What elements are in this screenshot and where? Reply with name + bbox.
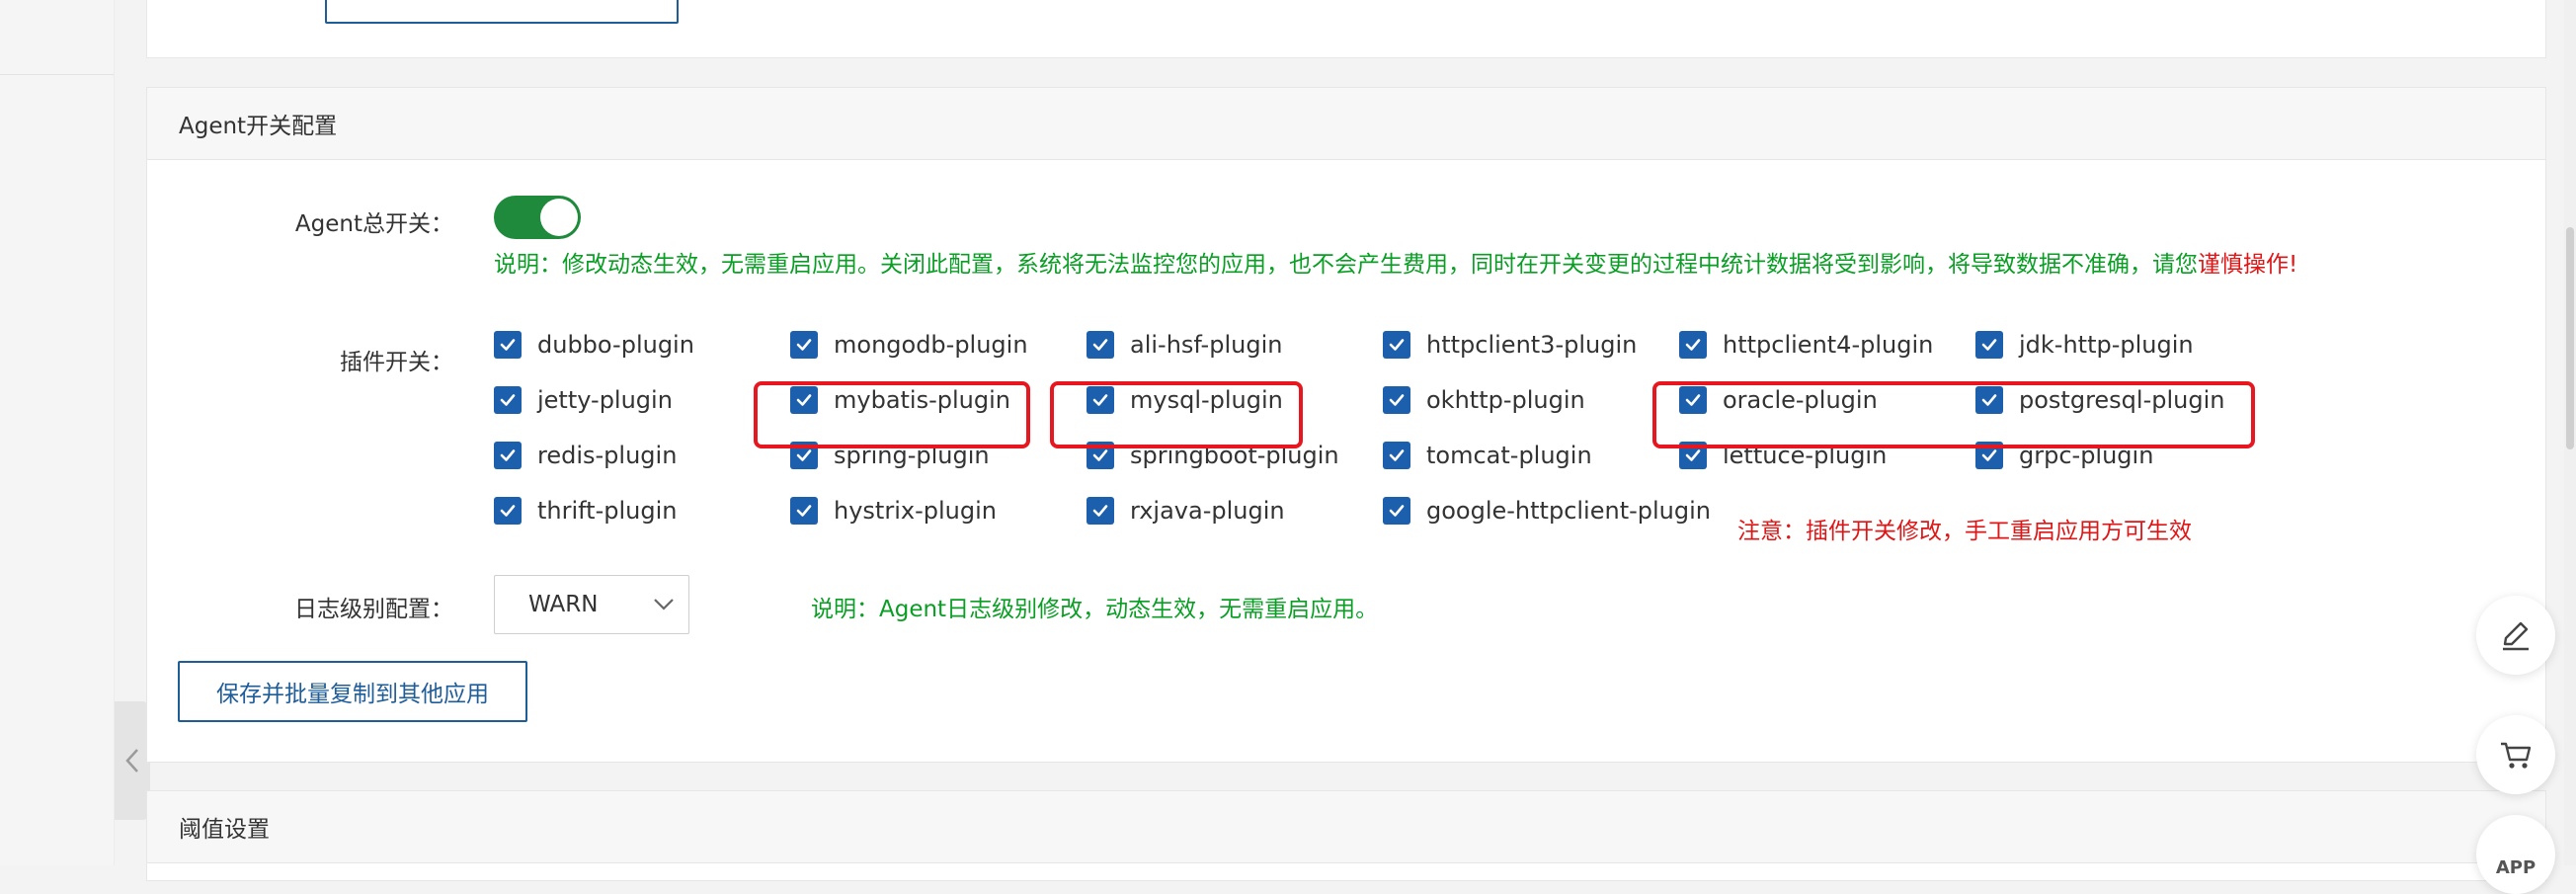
plugin-checkbox-dubbo-plugin[interactable]: dubbo-plugin: [494, 329, 694, 361]
check-icon: [1389, 505, 1405, 517]
check-icon: [500, 505, 516, 517]
sidebar-divider: [0, 74, 114, 75]
checkbox[interactable]: [790, 331, 818, 359]
plugin-checkbox-redis-plugin[interactable]: redis-plugin: [494, 440, 677, 471]
checkbox[interactable]: [1679, 331, 1707, 359]
check-icon: [1685, 339, 1701, 351]
check-icon: [1389, 394, 1405, 406]
cart-icon: [2501, 742, 2532, 769]
checkbox[interactable]: [1975, 331, 2003, 359]
floating-app-button[interactable]: APP: [2476, 815, 2555, 894]
plugin-checkbox-jdk-http-plugin[interactable]: jdk-http-plugin: [1975, 329, 2194, 361]
checkbox[interactable]: [1383, 386, 1410, 414]
checkbox[interactable]: [1087, 497, 1114, 525]
floating-cart-button[interactable]: [2476, 715, 2555, 794]
plugin-checkbox-hystrix-plugin[interactable]: hystrix-plugin: [790, 495, 997, 527]
chevron-left-icon: [125, 749, 138, 772]
plugin-checkbox-thrift-plugin[interactable]: thrift-plugin: [494, 495, 677, 527]
plugin-restart-note: 注意：插件开关修改，手工重启应用方可生效: [1737, 519, 2192, 544]
check-icon: [1092, 449, 1108, 461]
plugin-label: thrift-plugin: [537, 497, 678, 525]
scrollbar-thumb[interactable]: [2566, 227, 2574, 449]
plugin-checkbox-mongodb-plugin[interactable]: mongodb-plugin: [790, 329, 1028, 361]
checkbox[interactable]: [1383, 331, 1410, 359]
plugins-label: 插件开关：: [340, 350, 453, 375]
plugin-checkbox-google-httpclient-plugin[interactable]: google-httpclient-plugin: [1383, 495, 1711, 527]
agent-switch-label: Agent总开关：: [294, 211, 453, 237]
checkbox[interactable]: [1383, 442, 1410, 469]
agent-master-toggle[interactable]: [494, 196, 581, 239]
toggle-knob: [540, 199, 578, 236]
checkbox[interactable]: [494, 497, 522, 525]
plugin-checkbox-jetty-plugin[interactable]: jetty-plugin: [494, 384, 673, 416]
highlight-box-mybatis: [754, 381, 1030, 448]
plugin-checkbox-ali-hsf-plugin[interactable]: ali-hsf-plugin: [1087, 329, 1282, 361]
floating-edit-button[interactable]: [2476, 596, 2555, 675]
check-icon: [1981, 449, 1997, 461]
edit-icon: [2503, 621, 2529, 651]
log-level-select[interactable]: WARN: [494, 575, 689, 634]
plugin-label: httpclient4-plugin: [1723, 331, 1934, 359]
agent-switch-warning: 谨慎操作!: [2198, 252, 2298, 278]
check-icon: [796, 505, 812, 517]
highlight-box-mysql: [1050, 381, 1303, 448]
check-icon: [500, 449, 516, 461]
save-and-copy-button[interactable]: 保存并批量复制到其他应用: [178, 661, 527, 722]
log-level-description: 说明：Agent日志级别修改，动态生效，无需重启应用。: [811, 597, 1379, 622]
plugin-checkbox-httpclient4-plugin[interactable]: httpclient4-plugin: [1679, 329, 1933, 361]
checkbox[interactable]: [790, 497, 818, 525]
log-level-label: 日志级别配置：: [294, 597, 453, 622]
app-label: APP: [2495, 856, 2536, 878]
checkbox[interactable]: [494, 386, 522, 414]
previous-section-button[interactable]: [325, 0, 679, 24]
log-level-value: WARN: [528, 592, 599, 617]
checkbox[interactable]: [1383, 497, 1410, 525]
previous-section-card: [146, 0, 2546, 58]
threshold-section-title: 阈值设置: [147, 791, 2545, 863]
checkbox[interactable]: [494, 331, 522, 359]
checkbox[interactable]: [1087, 331, 1114, 359]
plugin-checkbox-rxjava-plugin[interactable]: rxjava-plugin: [1087, 495, 1285, 527]
plugin-checkbox-httpclient3-plugin[interactable]: httpclient3-plugin: [1383, 329, 1637, 361]
highlight-box-oracle-postgresql: [1652, 381, 2255, 448]
check-icon: [1981, 339, 1997, 351]
section-title: Agent开关配置: [147, 88, 2545, 160]
plugin-label: hystrix-plugin: [834, 497, 997, 525]
left-sidebar: [0, 0, 115, 865]
plugin-label: redis-plugin: [537, 442, 678, 469]
check-icon: [1685, 449, 1701, 461]
plugin-checkbox-tomcat-plugin[interactable]: tomcat-plugin: [1383, 440, 1592, 471]
plugin-label: rxjava-plugin: [1130, 497, 1285, 525]
sidebar-collapse-toggle[interactable]: [115, 701, 150, 820]
agent-switch-description: 说明：修改动态生效，无需重启应用。关闭此配置，系统将无法监控您的应用，也不会产生…: [494, 252, 2298, 278]
check-icon: [1389, 339, 1405, 351]
plugin-label: jetty-plugin: [537, 386, 673, 414]
plugin-label: dubbo-plugin: [537, 331, 694, 359]
check-icon: [1092, 505, 1108, 517]
agent-switch-section: Agent开关配置 Agent总开关： 说明：修改动态生效，无需重启应用。关闭此…: [146, 87, 2546, 763]
plugin-label: ali-hsf-plugin: [1130, 331, 1283, 359]
plugin-checkbox-okhttp-plugin[interactable]: okhttp-plugin: [1383, 384, 1585, 416]
check-icon: [1092, 339, 1108, 351]
check-icon: [500, 394, 516, 406]
threshold-section: 阈值设置: [146, 790, 2546, 881]
check-icon: [500, 339, 516, 351]
plugin-label: tomcat-plugin: [1426, 442, 1592, 469]
plugin-label: google-httpclient-plugin: [1426, 497, 1711, 525]
plugin-label: jdk-http-plugin: [2019, 331, 2194, 359]
check-icon: [796, 339, 812, 351]
check-icon: [796, 449, 812, 461]
checkbox[interactable]: [494, 442, 522, 469]
plugin-label: mongodb-plugin: [834, 331, 1028, 359]
check-icon: [1389, 449, 1405, 461]
chevron-down-icon: [654, 599, 674, 610]
plugin-label: httpclient3-plugin: [1426, 331, 1638, 359]
plugin-label: okhttp-plugin: [1426, 386, 1585, 414]
